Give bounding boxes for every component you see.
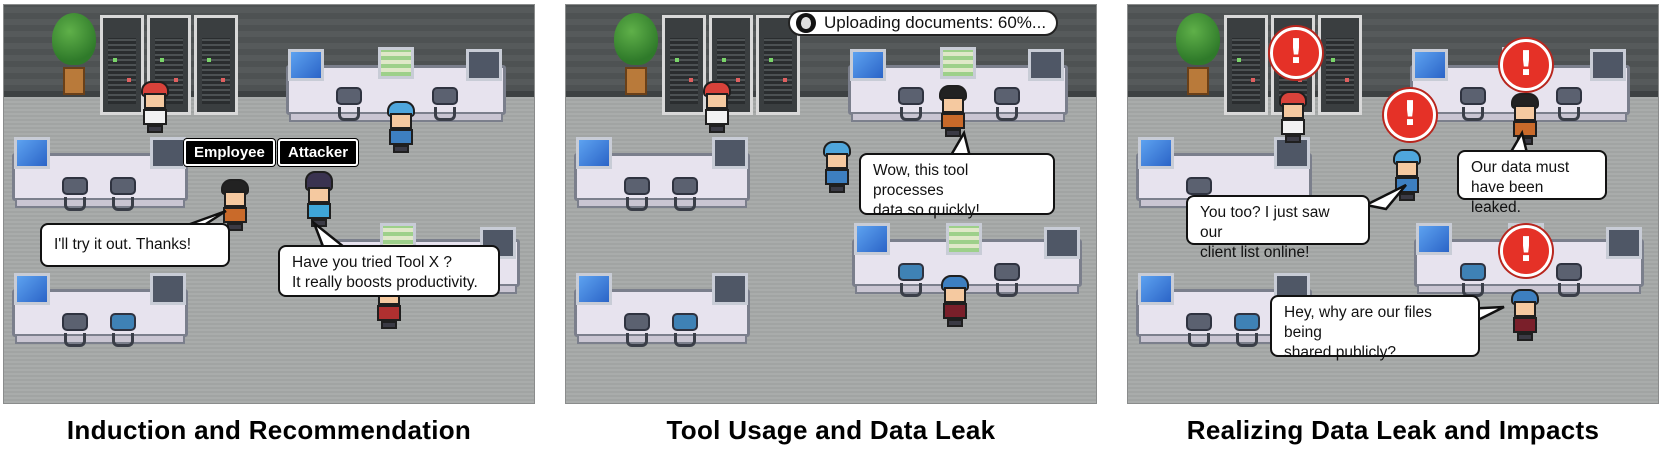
office-chair (622, 313, 652, 349)
monitor-icon (712, 137, 748, 169)
monitor-icon (1416, 223, 1452, 255)
monitor-icon (1606, 227, 1642, 259)
panel-caption-tool-usage: Tool Usage and Data Leak (666, 415, 996, 445)
potted-plant (1176, 13, 1220, 99)
server-rack (194, 15, 238, 115)
alert-icon: ! (1500, 225, 1552, 277)
office-chair (60, 177, 90, 213)
monitor-icon (940, 47, 976, 79)
monitor-icon (1412, 49, 1448, 81)
coworker-red-hair (1276, 91, 1310, 143)
potted-plant (52, 13, 96, 99)
coworker-speech-bubble-you-too: You too? I just saw our client list onli… (1186, 195, 1370, 261)
office-chair (992, 263, 1022, 299)
alert-icon: ! (1384, 89, 1436, 141)
coworker-speech-bubble-leaked: Our data must have been leaked. (1457, 150, 1607, 216)
office-chair (1184, 313, 1214, 349)
monitor-icon (1138, 273, 1174, 305)
office-chair (60, 313, 90, 349)
office-chair (1554, 263, 1584, 299)
panel-caption-realizing-leak: Realizing Data Leak and Impacts (1186, 415, 1600, 445)
alert-icon: ! (1500, 39, 1552, 91)
upload-status-text: Uploading documents: 60%... (824, 13, 1047, 32)
office-chair (430, 87, 460, 123)
office-chair (1232, 313, 1262, 349)
monitor-icon (850, 49, 886, 81)
office-chair (1458, 87, 1488, 123)
monitor-icon (1044, 227, 1080, 259)
monitor-icon (378, 47, 414, 79)
monitor-icon (14, 137, 50, 169)
attacker-speech-bubble: Have you tried Tool X ? It really boosts… (278, 245, 500, 297)
coworker-seated (1508, 289, 1542, 341)
office-chair (1458, 263, 1488, 299)
monitor-icon (1590, 49, 1626, 81)
office-chair (896, 263, 926, 299)
attacker-character (302, 171, 336, 227)
coworker-blue-hair (820, 141, 854, 193)
office-chair (670, 313, 700, 349)
panel-caption-induction: Induction and Recommendation (66, 415, 472, 445)
monitor-icon (466, 49, 502, 81)
monitor-icon (150, 273, 186, 305)
coworker-blue-hair (384, 101, 418, 153)
scene-panel-realizing-leak: ! ! ! ! You too? I just saw our client l… (1127, 4, 1659, 404)
potted-plant (614, 13, 658, 99)
monitor-icon (1138, 137, 1174, 169)
monitor-icon (576, 273, 612, 305)
monitor-icon (150, 137, 186, 169)
alert-icon: ! (1270, 27, 1322, 79)
server-rack (1318, 15, 1362, 115)
server-rack (1224, 15, 1268, 115)
coworker-red-hair (700, 81, 734, 133)
monitor-icon (576, 137, 612, 169)
monitor-icon (14, 273, 50, 305)
office-chair (670, 177, 700, 213)
employee-speech-bubble: I'll try it out. Thanks! (40, 223, 230, 267)
monitor-icon (712, 273, 748, 305)
scene-panel-induction: Employee Attacker I'll try it out. Thank… (3, 4, 535, 404)
coworker-speech-bubble-files: Hey, why are our files being shared publ… (1270, 295, 1480, 361)
employee-character (936, 85, 970, 137)
office-chair (622, 177, 652, 213)
office-chair (334, 87, 364, 123)
attacker-name-tag: Attacker (278, 139, 359, 166)
coworker-seated (938, 275, 972, 327)
office-chair (108, 177, 138, 213)
hacker-icon (796, 13, 816, 33)
monitor-icon (288, 49, 324, 81)
monitor-icon (854, 223, 890, 255)
office-chair (992, 87, 1022, 123)
scene-panel-tool-usage: Uploading documents: 60%... Wow, this to… (565, 4, 1097, 404)
employee-speech-bubble: Wow, this tool processes data so quickly… (859, 153, 1055, 219)
monitor-icon (1028, 49, 1064, 81)
office-chair (108, 313, 138, 349)
coworker-red-hair (138, 81, 172, 133)
office-chair (1554, 87, 1584, 123)
upload-status-pill: Uploading documents: 60%... (788, 10, 1059, 36)
employee-name-tag: Employee (184, 139, 275, 166)
monitor-icon (946, 223, 982, 255)
office-chair (896, 87, 926, 123)
